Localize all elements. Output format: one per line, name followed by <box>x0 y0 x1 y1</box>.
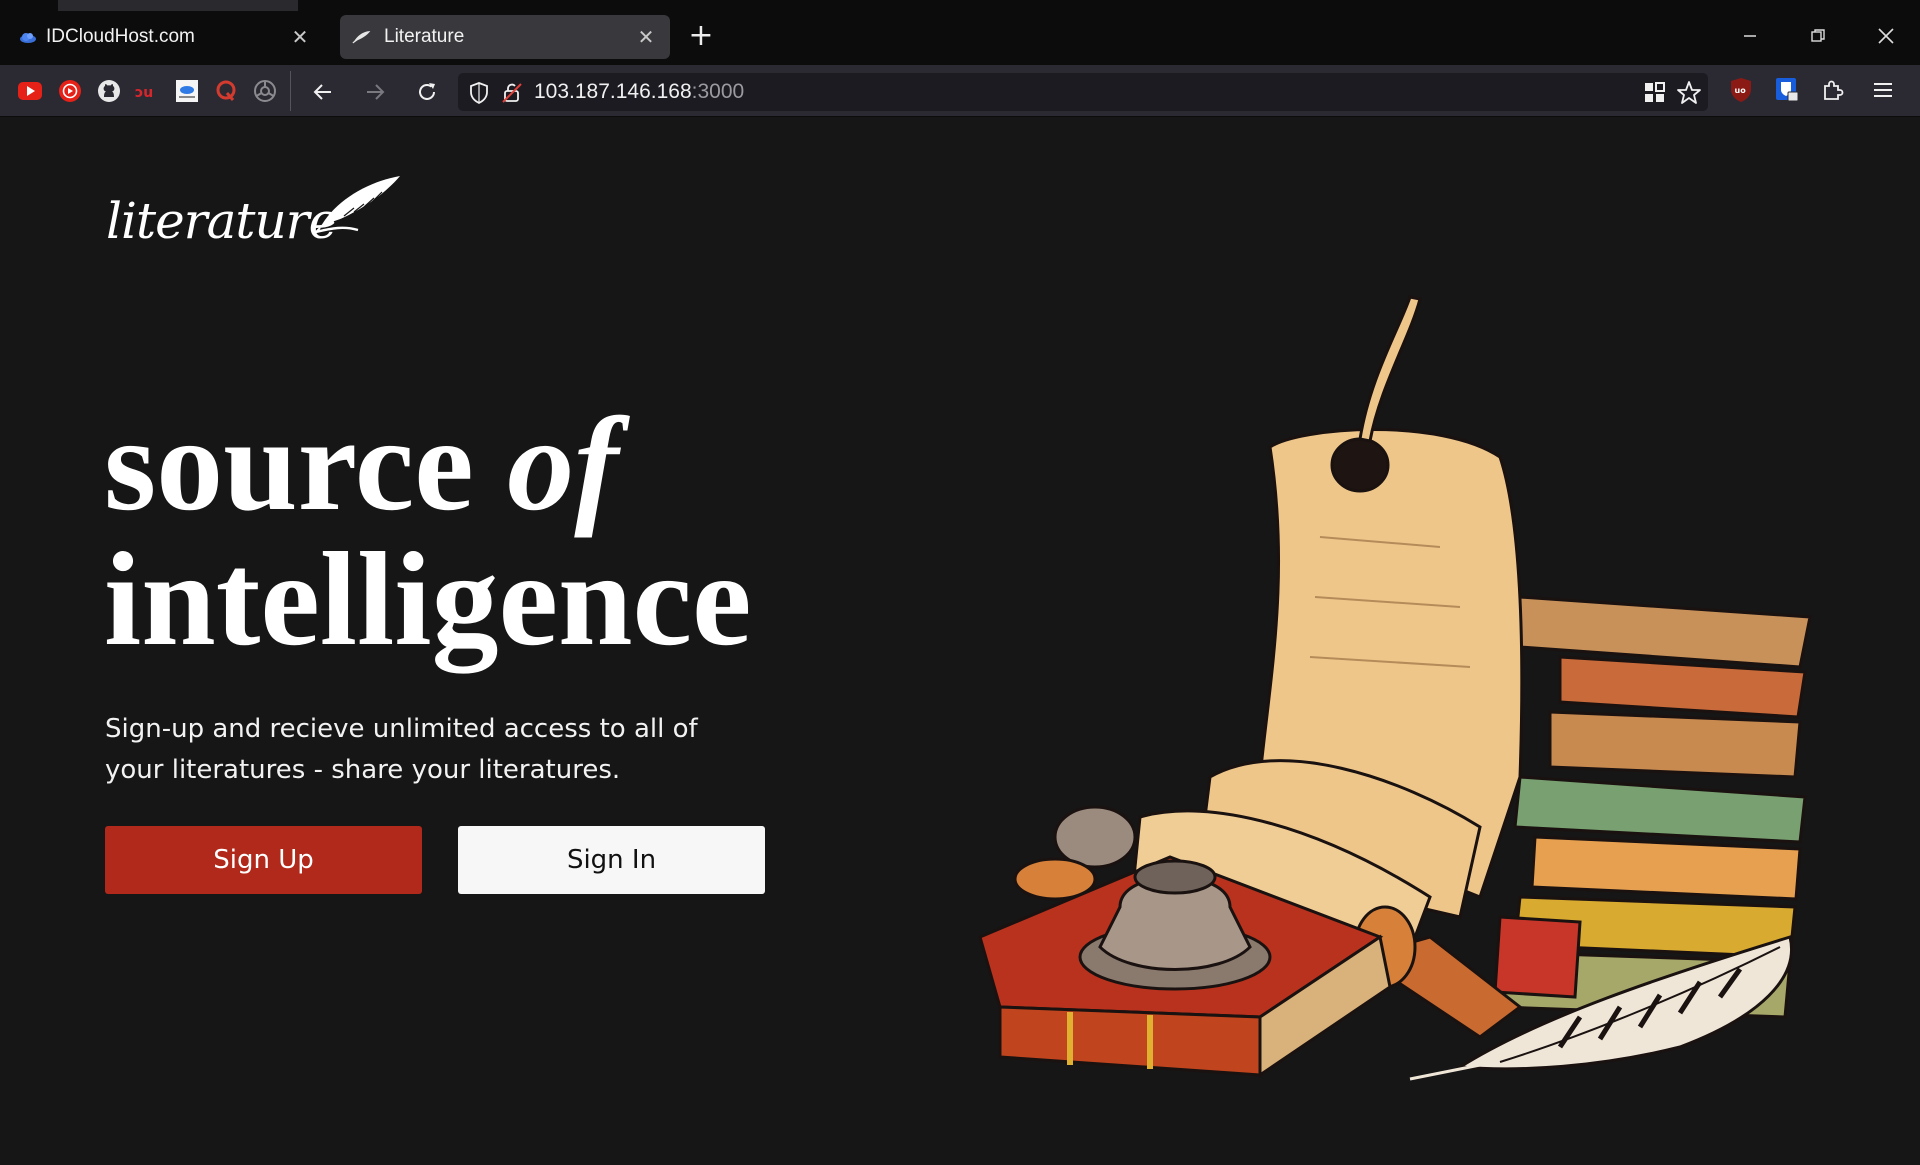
shield-icon[interactable] <box>468 81 490 105</box>
arrow-left-icon <box>313 84 331 100</box>
minimize-button[interactable] <box>1730 20 1770 52</box>
bookmark-quora[interactable] <box>212 77 240 105</box>
forward-button[interactable] <box>358 75 392 109</box>
bookmark-github[interactable] <box>95 77 123 105</box>
reload-button[interactable] <box>410 75 444 109</box>
idcloudhost-icon <box>176 80 198 102</box>
extensions-button[interactable] <box>1818 75 1848 105</box>
insecure-lock-icon[interactable] <box>500 80 524 104</box>
tab-idcloudhost[interactable]: IDCloudHost.com ✕ <box>6 15 324 59</box>
minimize-icon <box>1744 35 1756 37</box>
bookmark-youtube[interactable] <box>16 77 44 105</box>
bookmark-duolingo[interactable]: ɔu <box>134 77 162 105</box>
hamburger-menu-icon <box>1874 83 1892 97</box>
youtube-icon <box>18 82 42 100</box>
tab-title: IDCloudHost.com <box>46 26 195 47</box>
url-port: :3000 <box>691 80 745 103</box>
quora-icon <box>216 80 236 101</box>
bookmark-youtube-music[interactable] <box>56 77 84 105</box>
svg-text:uo: uo <box>1735 86 1747 95</box>
bookmark-chromium[interactable] <box>251 77 279 105</box>
browser-toolbar: ɔu 103.187.146.168:3000 uo <box>0 65 1920 117</box>
headline-word-of: of <box>507 390 619 538</box>
restore-icon <box>1811 29 1825 42</box>
toolbar-separator <box>290 71 291 111</box>
cloud-favicon-icon <box>20 33 36 43</box>
back-button[interactable] <box>306 75 340 109</box>
restore-button[interactable] <box>1798 20 1838 52</box>
star-bookmark-icon[interactable] <box>1676 80 1702 106</box>
close-tab-icon[interactable]: ✕ <box>286 23 314 51</box>
close-window-button[interactable] <box>1866 20 1906 52</box>
hero-headline: source of intelligence <box>104 397 752 667</box>
url-text[interactable]: 103.187.146.168:3000 <box>534 80 744 104</box>
hero-subtext: Sign-up and recieve unlimited access to … <box>105 714 698 785</box>
browser-tab-strip: IDCloudHost.com ✕ Literature ✕ + <box>0 0 1920 65</box>
ublock-button[interactable]: uo <box>1726 75 1756 105</box>
reload-icon <box>419 83 435 100</box>
bookmark-idcloudhost[interactable] <box>173 77 201 105</box>
site-logo[interactable]: literature <box>106 172 406 252</box>
tab-literature[interactable]: Literature ✕ <box>340 15 670 59</box>
close-tab-icon[interactable]: ✕ <box>632 23 660 51</box>
duolingo-icon: ɔu <box>135 85 153 101</box>
tab-title: Literature <box>384 26 465 47</box>
chromium-icon <box>254 80 276 102</box>
landing-page: literature source of intelligence Sign-u… <box>0 117 1920 1165</box>
github-icon <box>98 80 120 102</box>
menu-button[interactable] <box>1868 75 1898 105</box>
logo-text: literature <box>106 192 338 250</box>
bitwarden-button[interactable] <box>1772 75 1802 105</box>
puzzle-icon <box>1824 80 1844 100</box>
extensions-grid-icon[interactable] <box>1644 82 1666 104</box>
close-icon <box>1878 28 1894 44</box>
quill-logo-icon <box>314 176 400 235</box>
address-bar[interactable]: 103.187.146.168:3000 <box>458 73 1708 111</box>
books-scroll-inkwell-quill-illustration <box>978 295 1812 1081</box>
sign-in-button[interactable]: Sign In <box>458 826 765 894</box>
sign-up-button[interactable]: Sign Up <box>105 826 422 894</box>
youtube-music-icon <box>59 80 81 102</box>
tab-indicator <box>58 0 298 11</box>
svg-text:ɔu: ɔu <box>135 85 153 101</box>
url-host: 103.187.146.168 <box>534 80 692 103</box>
arrow-right-icon <box>367 84 385 100</box>
headline-word-intelligence: intelligence <box>104 525 752 673</box>
headline-word-source: source <box>104 390 474 538</box>
quill-favicon-icon <box>352 31 371 44</box>
ublock-origin-icon: uo <box>1731 78 1751 102</box>
new-tab-button[interactable]: + <box>686 21 716 52</box>
headline-line-1: source of <box>104 397 752 532</box>
password-manager-icon <box>1776 78 1799 102</box>
